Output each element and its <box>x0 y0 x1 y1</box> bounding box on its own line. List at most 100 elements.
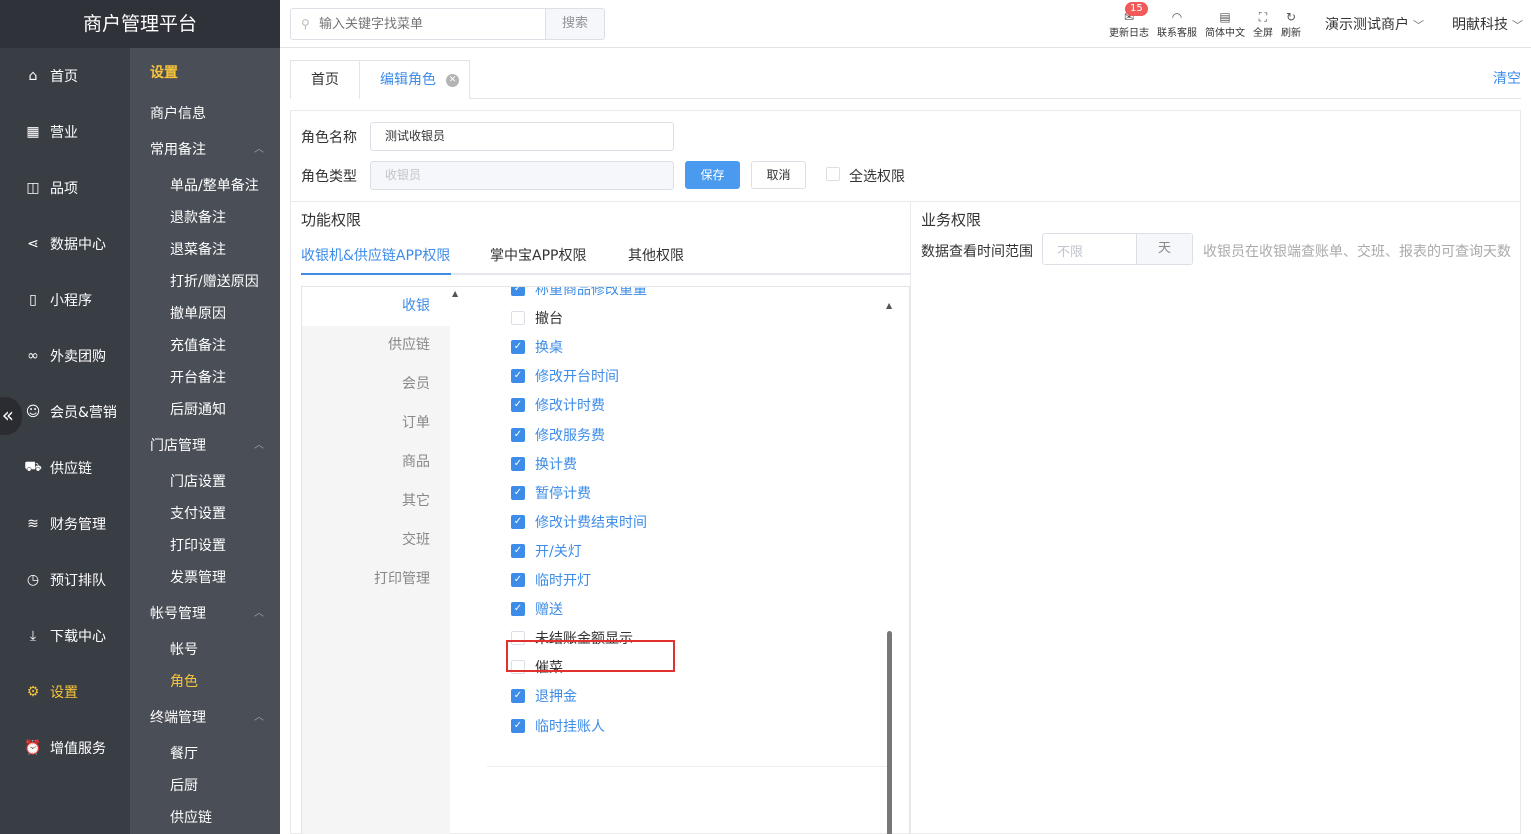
permission-item[interactable]: ✓ 修改服务费 <box>511 425 605 445</box>
checkbox-checked[interactable]: ✓ <box>511 369 525 384</box>
top-tool-refresh[interactable]: ↻ 刷新 <box>1281 10 1301 39</box>
permission-item[interactable]: ✓ 赠送 <box>511 599 563 619</box>
secondary-nav-item[interactable]: 打印设置 <box>130 530 280 562</box>
close-icon[interactable]: ✕ <box>446 74 459 87</box>
nav-item-11[interactable]: ⚙ 设置 <box>0 664 130 720</box>
checkbox-unchecked[interactable] <box>511 311 525 326</box>
checkbox-checked[interactable]: ✓ <box>511 543 525 558</box>
secondary-nav-label: 单品/整单备注 <box>170 178 259 194</box>
merchant-dropdown[interactable]: 演示测试商户 ﹀ <box>1325 14 1424 34</box>
permission-category[interactable]: 商品 <box>302 443 450 482</box>
save-button[interactable]: 保存 <box>685 161 740 189</box>
secondary-sidebar: 设置 商户信息 常用备注 ︿ 单品/整单备注 退款备注 退菜备注 打折/赠送原因 撤单原因 充值… <box>130 48 280 834</box>
secondary-nav-item[interactable]: 发票管理 <box>130 562 280 594</box>
secondary-nav-group[interactable]: 门店管理 ︿ <box>130 426 280 466</box>
select-all-checkbox[interactable] <box>826 167 840 181</box>
top-tool-language[interactable]: ▤ 简体中文 <box>1205 10 1245 39</box>
secondary-nav-item[interactable]: 角色 <box>130 666 280 698</box>
permission-item[interactable]: ✓ 修改计费结束时间 <box>511 512 647 532</box>
tab-other-perm[interactable]: 其他权限 <box>628 241 684 275</box>
permission-item[interactable]: ✓ 称重商品修改重量 <box>511 287 647 299</box>
permission-category[interactable]: 打印管理 <box>302 560 450 599</box>
scroll-up-arrow[interactable]: ▲ <box>452 289 460 298</box>
role-name-input[interactable]: 测试收银员 <box>370 122 674 151</box>
nav-item-2[interactable]: ◫ 品项 <box>0 160 130 216</box>
nav-item-10[interactable]: ⤓ 下载中心 <box>0 608 130 664</box>
scrollbar-thumb[interactable] <box>887 631 892 834</box>
role-type-input[interactable]: 收银员 <box>370 161 674 190</box>
checkbox-checked[interactable]: ✓ <box>511 398 525 413</box>
permission-item[interactable]: 撤台 <box>511 308 563 328</box>
secondary-nav-item[interactable]: 退菜备注 <box>130 234 280 266</box>
checkbox-checked[interactable]: ✓ <box>511 427 525 442</box>
checkbox-checked[interactable]: ✓ <box>511 602 525 617</box>
permission-item[interactable]: ✓ 临时开灯 <box>511 570 591 590</box>
checkbox-checked[interactable]: ✓ <box>511 514 525 529</box>
nav-item-8[interactable]: ≋ 财务管理 <box>0 496 130 552</box>
nav-item-9[interactable]: ◷ 预订排队 <box>0 552 130 608</box>
search-box[interactable]: ⚲ <box>290 8 546 40</box>
range-input[interactable]: 不限 天 <box>1042 233 1193 265</box>
permission-category[interactable]: 订单 <box>302 404 450 443</box>
permission-item[interactable]: ✓ 修改计时费 <box>511 395 605 415</box>
permission-item[interactable]: ✓ 临时挂账人 <box>511 716 605 736</box>
tab-home[interactable]: 首页 <box>290 60 360 99</box>
secondary-nav-item[interactable]: 后厨通知 <box>130 394 280 426</box>
permission-category[interactable]: 其它 <box>302 482 450 521</box>
secondary-nav-item[interactable]: 门店设置 <box>130 466 280 498</box>
search-input[interactable] <box>319 14 539 34</box>
checkbox-checked[interactable]: ✓ <box>511 689 525 704</box>
secondary-nav-item[interactable]: 单品/整单备注 <box>130 170 280 202</box>
secondary-nav-item[interactable]: 撤单原因 <box>130 298 280 330</box>
permission-item[interactable]: ✓ 修改开台时间 <box>511 366 619 386</box>
nav-item-1[interactable]: ▦ 营业 <box>0 104 130 160</box>
checkbox-checked[interactable]: ✓ <box>511 287 525 296</box>
cancel-button[interactable]: 取消 <box>751 161 806 189</box>
secondary-nav-group[interactable]: 常用备注 ︿ <box>130 130 280 170</box>
permission-item[interactable]: ✓ 暂停计费 <box>511 483 591 503</box>
nav-item-4[interactable]: ▯ 小程序 <box>0 272 130 328</box>
permission-item[interactable]: ✓ 开/关灯 <box>511 541 582 561</box>
nav-item-5[interactable]: ∞ 外卖团购 <box>0 328 130 384</box>
permission-category[interactable]: 收银 <box>302 287 450 326</box>
permission-category[interactable]: 供应链 <box>302 326 450 365</box>
secondary-nav-item[interactable]: 帐号 <box>130 634 280 666</box>
tab-pos-app-perm[interactable]: 收银机&供应链APP权限 <box>301 241 451 275</box>
nav-item-0[interactable]: ⌂ 首页 <box>0 48 130 104</box>
secondary-nav-item[interactable]: 支付设置 <box>130 498 280 530</box>
permission-item[interactable]: ✓ 换计费 <box>511 454 577 474</box>
secondary-nav-item[interactable]: 退款备注 <box>130 202 280 234</box>
top-tool-headset[interactable]: ◠ 联系客服 <box>1157 10 1197 39</box>
secondary-nav-group[interactable]: 终端管理 ︿ <box>130 698 280 738</box>
tab-zhangzhongbao-perm[interactable]: 掌中宝APP权限 <box>490 241 586 275</box>
scrollbar[interactable]: ▲ <box>886 287 894 834</box>
top-tool-notice[interactable]: ✉ 15 更新日志 <box>1109 1 1149 39</box>
nav-item-12[interactable]: ⏰ 增值服务 <box>0 720 130 776</box>
company-dropdown[interactable]: 明献科技 ﹀ <box>1452 14 1523 34</box>
search-button[interactable]: 搜索 <box>545 8 605 40</box>
checkbox-checked[interactable]: ✓ <box>511 718 525 733</box>
secondary-nav-item[interactable]: 开台备注 <box>130 362 280 394</box>
secondary-nav-item[interactable]: 后厨 <box>130 770 280 802</box>
secondary-nav-item[interactable]: 商户信息 <box>130 98 280 130</box>
truck-icon: ⛟ <box>24 459 42 475</box>
top-tool-fullscreen[interactable]: ⛶ 全屏 <box>1253 10 1273 39</box>
nav-item-3[interactable]: ⋖ 数据中心 <box>0 216 130 272</box>
checkbox-checked[interactable]: ✓ <box>511 340 525 355</box>
scroll-up-arrow[interactable]: ▲ <box>886 301 892 310</box>
checkbox-checked[interactable]: ✓ <box>511 573 525 587</box>
tab-edit-role[interactable]: 编辑角色 ✕ <box>359 60 470 99</box>
secondary-nav-group[interactable]: 帐号管理 ︿ <box>130 594 280 634</box>
secondary-nav-item[interactable]: 打折/赠送原因 <box>130 266 280 298</box>
secondary-nav-item[interactable]: 餐厅 <box>130 738 280 770</box>
permission-item[interactable]: ✓ 退押金 <box>511 686 577 706</box>
permission-category[interactable]: 会员 <box>302 365 450 404</box>
secondary-nav-item[interactable]: 充值备注 <box>130 330 280 362</box>
checkbox-checked[interactable]: ✓ <box>511 485 525 500</box>
nav-item-7[interactable]: ⛟ 供应链 <box>0 440 130 496</box>
permission-category[interactable]: 交班 <box>302 521 450 560</box>
clear-tabs-link[interactable]: 清空 <box>1493 68 1521 88</box>
secondary-nav-item[interactable]: 供应链 <box>130 802 280 834</box>
checkbox-checked[interactable]: ✓ <box>511 456 525 471</box>
permission-item[interactable]: ✓ 换桌 <box>511 337 563 357</box>
